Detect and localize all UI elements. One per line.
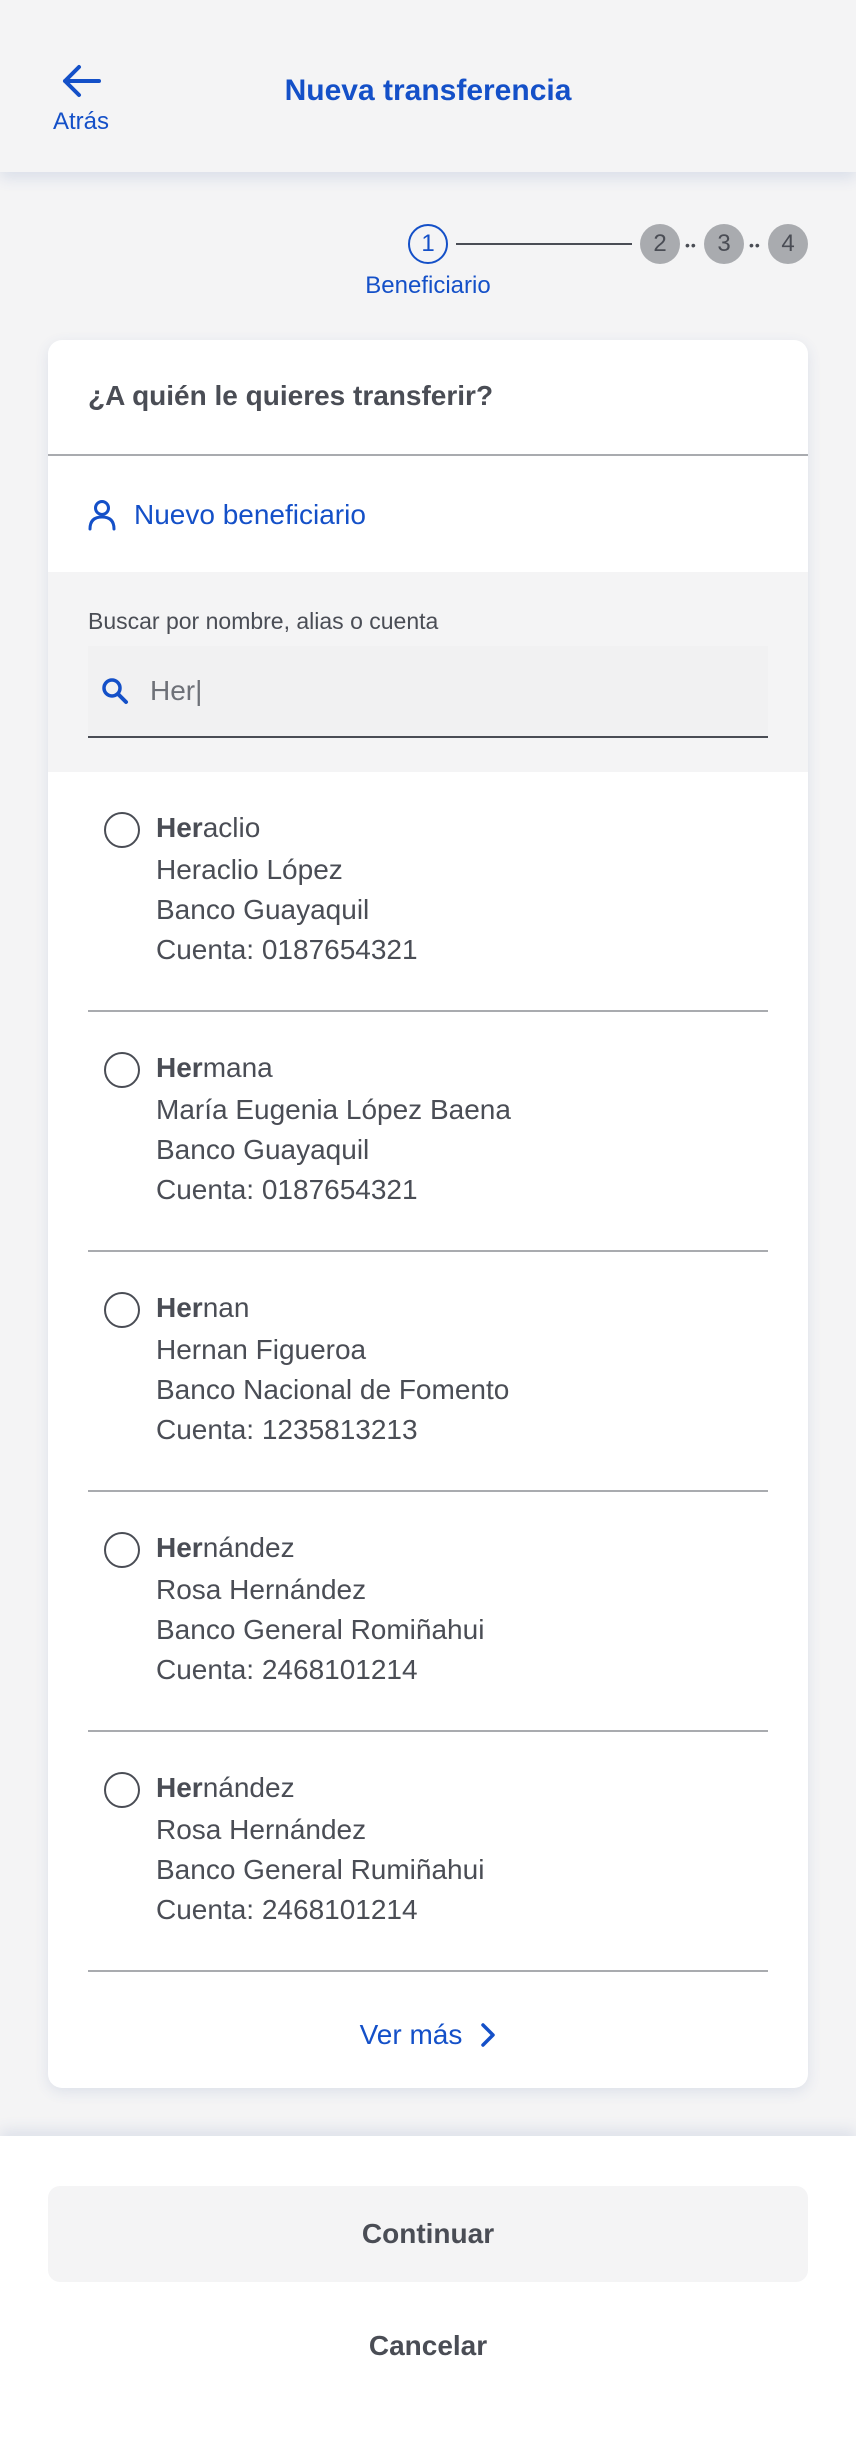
beneficiary-account: Cuenta: 0187654321 xyxy=(156,1174,418,1205)
alias-rest: nan xyxy=(202,1292,250,1323)
chevron-right-icon xyxy=(481,2023,496,2047)
beneficiary-name: María Eugenia López Baena xyxy=(156,1094,511,1125)
alias-match: Her xyxy=(156,812,203,843)
search-input[interactable] xyxy=(150,675,710,707)
new-beneficiary-button[interactable]: Nuevo beneficiario xyxy=(88,490,366,540)
beneficiary-name: Hernan Figueroa xyxy=(156,1334,367,1365)
alias-rest: mana xyxy=(202,1052,273,1083)
alias-rest: nández xyxy=(202,1532,295,1563)
list-item[interactable]: Hernan Hernan Figueroa Banco Nacional de… xyxy=(88,1252,768,1492)
beneficiary-alias: Hermana xyxy=(156,1052,273,1084)
beneficiary-bank: Banco Nacional de Fomento xyxy=(156,1374,510,1405)
back-label: Atrás xyxy=(52,108,109,135)
user-icon xyxy=(88,500,116,531)
see-more-button[interactable]: Ver más xyxy=(48,2010,808,2060)
alias-match: Her xyxy=(156,1772,203,1803)
step-label: Beneficiario xyxy=(365,272,491,299)
app-header: Atrás Nueva transferencia xyxy=(0,0,856,172)
list-item[interactable]: Hermana María Eugenia López Baena Banco … xyxy=(88,1012,768,1252)
card-question: ¿A quién le quieres transferir? xyxy=(88,380,494,411)
search-field[interactable] xyxy=(88,646,768,738)
beneficiary-account: Cuenta: 2468101214 xyxy=(156,1894,418,1925)
step-4-indicator: 4 xyxy=(768,224,808,264)
continue-button[interactable]: Continuar xyxy=(48,2186,808,2282)
beneficiary-bank: Banco Guayaquil xyxy=(156,1134,370,1165)
beneficiary-account: Cuenta: 2468101214 xyxy=(156,1654,418,1685)
beneficiary-bank: Banco Guayaquil xyxy=(156,894,370,925)
search-icon xyxy=(102,678,128,704)
list-item[interactable]: Heraclio Heraclio López Banco Guayaquil … xyxy=(88,772,768,1012)
footer-actions: Continuar Cancelar xyxy=(0,2136,856,2444)
beneficiary-alias: Hernández xyxy=(156,1532,295,1564)
alias-match: Her xyxy=(156,1052,203,1083)
radio-button[interactable] xyxy=(104,1772,140,1808)
cancel-button[interactable]: Cancelar xyxy=(48,2316,808,2376)
step-connector xyxy=(456,243,632,245)
beneficiary-account: Cuenta: 0187654321 xyxy=(156,934,418,965)
beneficiary-card: ¿A quién le quieres transferir? Nuevo be… xyxy=(48,340,808,2088)
beneficiary-alias: Hernández xyxy=(156,1772,295,1804)
alias-rest: nández xyxy=(202,1772,295,1803)
alias-rest: aclio xyxy=(202,812,261,843)
beneficiary-name: Rosa Hernández xyxy=(156,1814,367,1845)
step-1-indicator: 1 xyxy=(408,224,448,264)
search-section: Buscar por nombre, alias o cuenta xyxy=(48,572,808,772)
search-label: Buscar por nombre, alias o cuenta xyxy=(88,608,439,634)
see-more-label: Ver más xyxy=(359,2019,463,2050)
list-item[interactable]: Hernández Rosa Hernández Banco General R… xyxy=(88,1492,768,1732)
alias-match: Her xyxy=(156,1292,203,1323)
beneficiary-bank: Banco General Rumiñahui xyxy=(156,1854,485,1885)
radio-button[interactable] xyxy=(104,1052,140,1088)
divider xyxy=(48,454,808,456)
results-list: Heraclio Heraclio López Banco Guayaquil … xyxy=(88,772,768,1972)
beneficiary-account: Cuenta: 1235813213 xyxy=(156,1414,418,1445)
beneficiary-alias: Heraclio xyxy=(156,812,260,844)
page-title: Nueva transferencia xyxy=(284,74,572,107)
step-3-indicator: 3 xyxy=(704,224,744,264)
step-dots: •• xyxy=(749,237,761,253)
beneficiary-alias: Hernan xyxy=(156,1292,249,1324)
radio-button[interactable] xyxy=(104,1292,140,1328)
beneficiary-name: Heraclio López xyxy=(156,854,343,885)
radio-button[interactable] xyxy=(104,812,140,848)
beneficiary-bank: Banco General Romiñahui xyxy=(156,1614,485,1645)
radio-button[interactable] xyxy=(104,1532,140,1568)
step-2-indicator: 2 xyxy=(640,224,680,264)
progress-stepper: 1 2 •• 3 •• 4 Beneficiario xyxy=(0,220,856,310)
alias-match: Her xyxy=(156,1532,203,1563)
beneficiary-name: Rosa Hernández xyxy=(156,1574,367,1605)
step-dots: •• xyxy=(685,237,697,253)
list-item[interactable]: Hernández Rosa Hernández Banco General R… xyxy=(88,1732,768,1972)
new-beneficiary-label: Nuevo beneficiario xyxy=(134,499,366,530)
